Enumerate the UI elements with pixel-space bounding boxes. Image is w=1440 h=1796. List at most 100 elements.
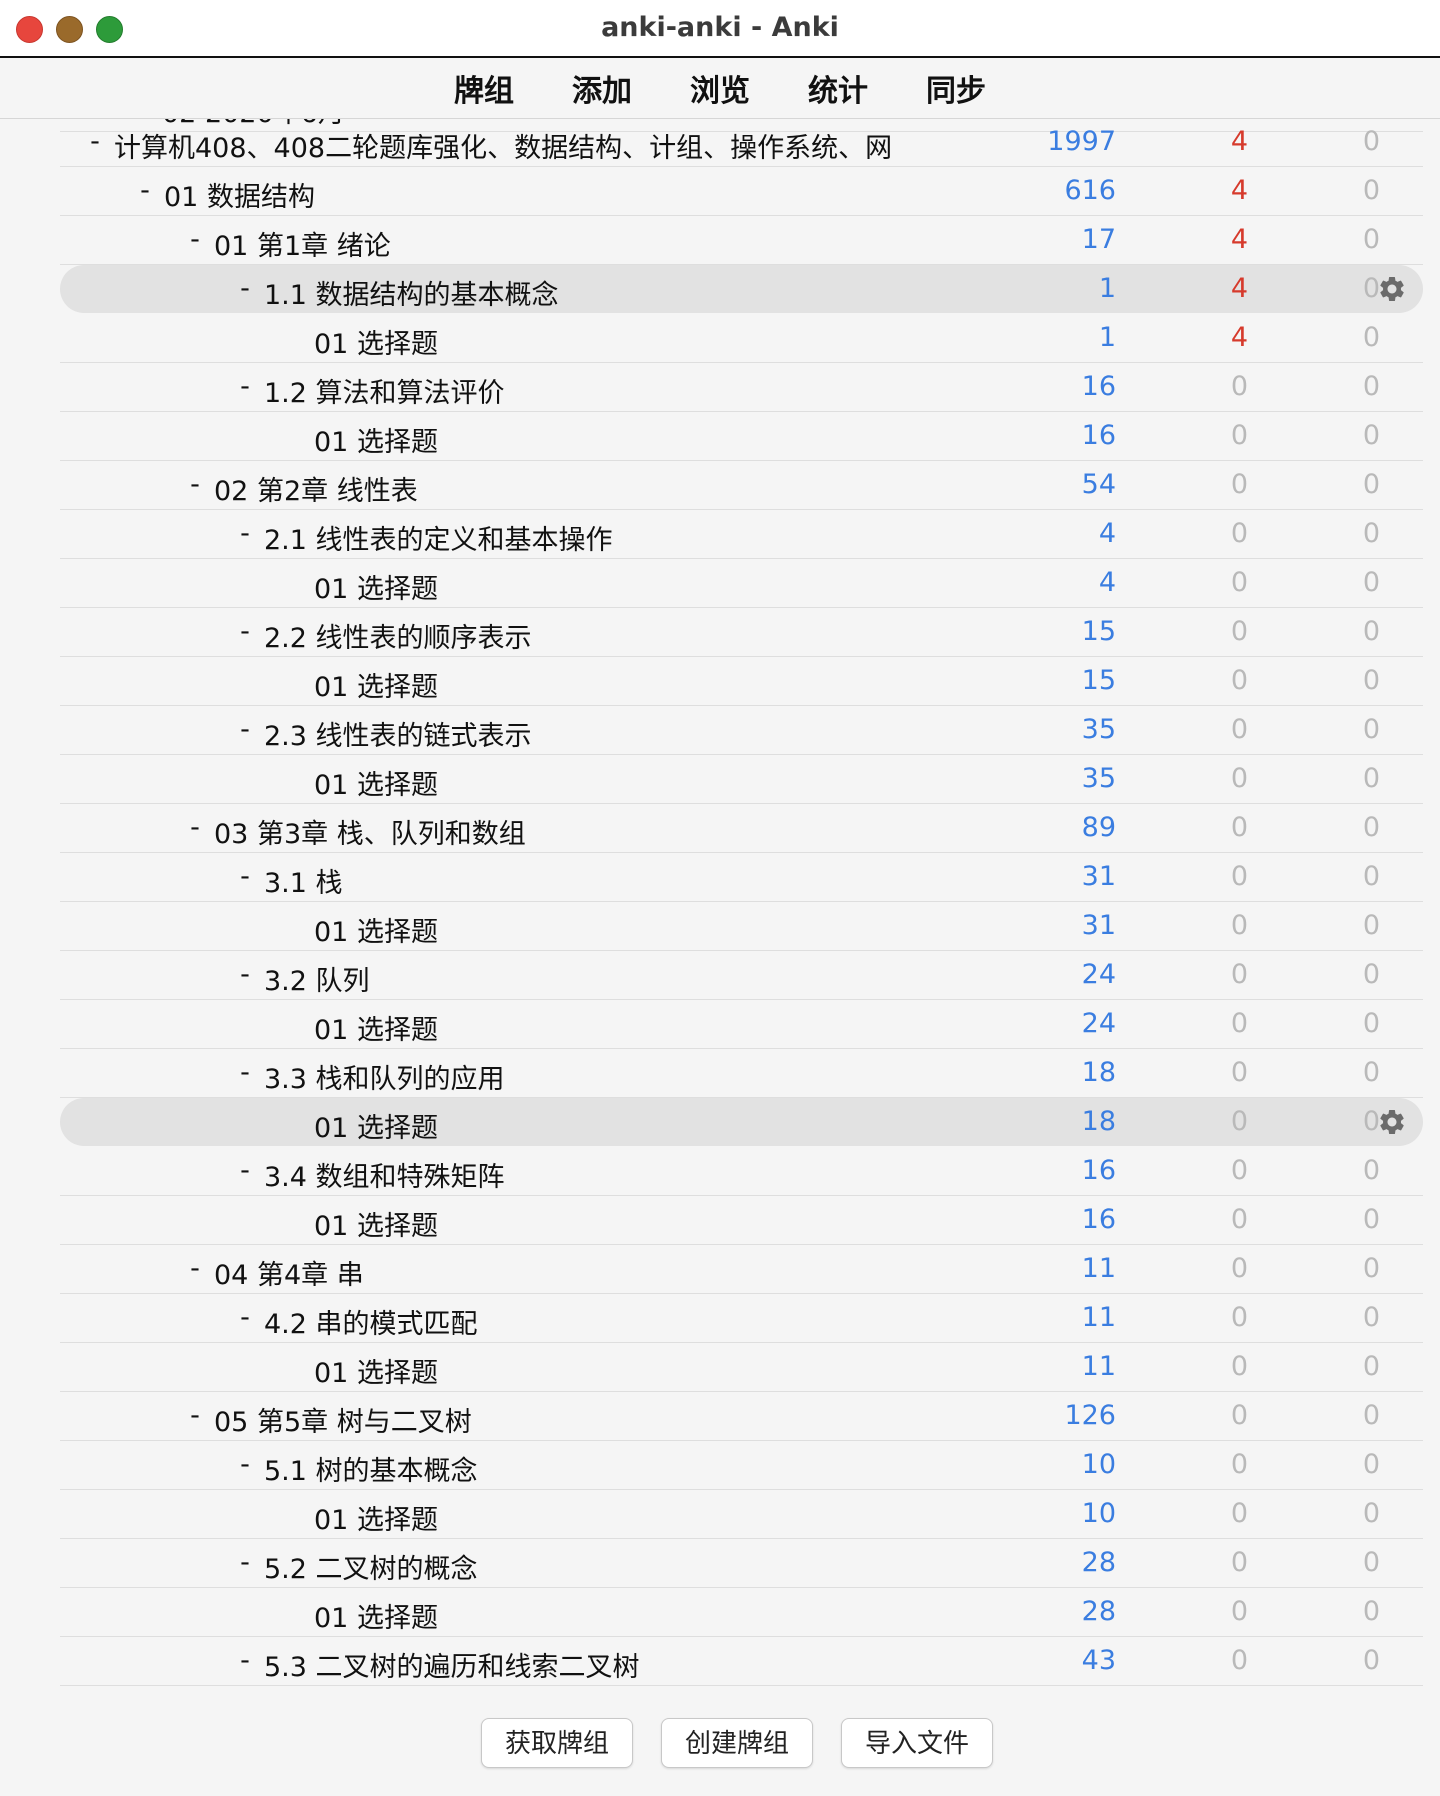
learning-count: 0 [1230, 763, 1248, 794]
deck-row[interactable]: -4.2 串的模式匹配 11 0 0 [60, 1294, 1423, 1343]
collapse-toggle[interactable]: - [233, 518, 257, 549]
deck-name[interactable]: 01 选择题 [314, 1498, 438, 1537]
collapse-toggle[interactable]: - [233, 273, 257, 304]
deck-name[interactable]: 01 选择题 [314, 1106, 438, 1145]
deck-name[interactable]: 02 第2章 线性表 [214, 469, 418, 508]
deck-row[interactable]: -3.1 栈 31 0 0 [60, 853, 1423, 902]
deck-row[interactable]: -02 第2章 线性表 54 0 0 [60, 461, 1423, 510]
learning-count: 0 [1230, 1302, 1248, 1333]
deck-row[interactable]: -01 第1章 绪论 17 4 0 [60, 216, 1423, 265]
collapse-toggle[interactable]: - [183, 224, 207, 255]
deck-name[interactable]: 2.3 线性表的链式表示 [264, 714, 532, 753]
deck-row[interactable]: -2.1 线性表的定义和基本操作 4 0 0 [60, 510, 1423, 559]
collapse-toggle[interactable]: - [183, 1400, 207, 1431]
deck-name[interactable]: 01 选择题 [314, 1204, 438, 1243]
deck-row[interactable]: 01 选择题 35 0 0 [60, 755, 1423, 804]
deck-name[interactable]: 01 选择题 [314, 1596, 438, 1635]
deck-row[interactable]: -2.3 线性表的链式表示 35 0 0 [60, 706, 1423, 755]
collapse-toggle[interactable]: - [233, 1302, 257, 1333]
deck-row[interactable]: -1.1 数据结构的基本概念 1 4 0 [60, 265, 1423, 313]
due-count: 0 [1362, 763, 1380, 794]
deck-name[interactable]: 05 第5章 树与二叉树 [214, 1400, 472, 1439]
deck-row[interactable]: 01 选择题 16 0 0 [60, 412, 1423, 461]
deck-name[interactable]: 01 选择题 [314, 665, 438, 704]
deck-row[interactable]: -3.2 队列 24 0 0 [60, 951, 1423, 1000]
collapse-toggle[interactable]: - [233, 1645, 257, 1676]
collapse-toggle[interactable]: - [233, 371, 257, 402]
nav-add[interactable]: 添加 [572, 66, 632, 110]
collapse-toggle[interactable]: - [233, 861, 257, 892]
deck-name[interactable]: 01 选择题 [314, 910, 438, 949]
deck-row[interactable]: 01 选择题 24 0 0 [60, 1000, 1423, 1049]
deck-row[interactable]: -5.1 树的基本概念 10 0 0 [60, 1441, 1423, 1490]
get-shared-decks-button[interactable]: 获取牌组 [481, 1718, 633, 1768]
collapse-toggle[interactable]: - [233, 1449, 257, 1480]
deck-row[interactable]: 01 选择题 18 0 0 [60, 1098, 1423, 1146]
collapse-toggle[interactable]: - [233, 1057, 257, 1088]
deck-name[interactable]: 3.1 栈 [264, 861, 343, 900]
gear-icon[interactable] [1377, 1107, 1407, 1137]
nav-sync[interactable]: 同步 [926, 66, 986, 110]
deck-name[interactable]: 2.1 线性表的定义和基本操作 [264, 518, 613, 557]
deck-name[interactable]: 3.4 数组和特殊矩阵 [264, 1155, 505, 1194]
deck-row[interactable]: 01 选择题 28 0 0 [60, 1588, 1423, 1637]
collapse-toggle[interactable]: - [83, 126, 107, 157]
collapse-toggle[interactable]: - [233, 959, 257, 990]
deck-row[interactable]: 01 选择题 1 4 0 [60, 314, 1423, 363]
collapse-toggle[interactable]: - [233, 714, 257, 745]
deck-name[interactable]: 01 第1章 绪论 [214, 224, 391, 263]
deck-row[interactable]: -04 第4章 串 11 0 0 [60, 1245, 1423, 1294]
deck-name[interactable]: 01 选择题 [314, 763, 438, 802]
deck-name[interactable]: 2.2 线性表的顺序表示 [264, 616, 532, 655]
deck-row[interactable]: -3.3 栈和队列的应用 18 0 0 [60, 1049, 1423, 1098]
deck-row[interactable]: 01 选择题 16 0 0 [60, 1196, 1423, 1245]
deck-name[interactable]: 3.2 队列 [264, 959, 370, 998]
deck-row[interactable]: -01 数据结构 616 4 0 [60, 167, 1423, 216]
deck-row[interactable]: 01 选择题 10 0 0 [60, 1490, 1423, 1539]
collapse-toggle[interactable]: - [183, 812, 207, 843]
deck-row[interactable]: - 计算机408、408二轮题库强化、数据结构、计组、操作系统、网 1997 4 0 [60, 118, 1423, 167]
deck-name[interactable]: 5.3 二叉树的遍历和线索二叉树 [264, 1645, 640, 1684]
import-file-button[interactable]: 导入文件 [841, 1718, 993, 1768]
collapse-toggle[interactable]: - [233, 616, 257, 647]
deck-name[interactable]: 04 第4章 串 [214, 1253, 364, 1292]
deck-name[interactable]: 5.1 树的基本概念 [264, 1449, 478, 1488]
deck-row[interactable]: -5.3 二叉树的遍历和线索二叉树 43 0 0 [60, 1637, 1423, 1686]
deck-row[interactable]: -05 第5章 树与二叉树 126 0 0 [60, 1392, 1423, 1441]
deck-name[interactable]: 4.2 串的模式匹配 [264, 1302, 478, 1341]
collapse-toggle[interactable]: - [233, 1547, 257, 1578]
collapse-toggle[interactable]: - [183, 469, 207, 500]
deck-name[interactable]: 01 选择题 [314, 567, 438, 606]
deck-row[interactable]: -03 第3章 栈、队列和数组 89 0 0 [60, 804, 1423, 853]
collapse-toggle[interactable]: - [133, 175, 157, 206]
new-count: 16 [1081, 371, 1116, 402]
deck-name[interactable]: 01 选择题 [314, 322, 438, 361]
deck-row[interactable]: -2.2 线性表的顺序表示 15 0 0 [60, 608, 1423, 657]
deck-name[interactable]: 3.3 栈和队列的应用 [264, 1057, 505, 1096]
nav-decks[interactable]: 牌组 [454, 66, 514, 110]
deck-name[interactable]: 01 选择题 [314, 1351, 438, 1390]
deck-row[interactable]: -3.4 数组和特殊矩阵 16 0 0 [60, 1147, 1423, 1196]
deck-row[interactable]: 01 选择题 15 0 0 [60, 657, 1423, 706]
deck-row[interactable]: 01 选择题 11 0 0 [60, 1343, 1423, 1392]
deck-row[interactable]: -5.2 二叉树的概念 28 0 0 [60, 1539, 1423, 1588]
deck-name[interactable]: 1.2 算法和算法评价 [264, 371, 505, 410]
nav-browse[interactable]: 浏览 [690, 66, 750, 110]
deck-name[interactable]: 1.1 数据结构的基本概念 [264, 273, 559, 312]
deck-name[interactable]: 01 选择题 [314, 1008, 438, 1047]
new-count: 17 [1081, 224, 1116, 255]
collapse-toggle[interactable]: - [233, 1155, 257, 1186]
collapse-toggle[interactable]: - [183, 1253, 207, 1284]
deck-name[interactable]: 计算机408、408二轮题库强化、数据结构、计组、操作系统、网 [114, 126, 892, 165]
deck-name[interactable]: 5.2 二叉树的概念 [264, 1547, 478, 1586]
deck-name[interactable]: 03 第3章 栈、队列和数组 [214, 812, 526, 851]
gear-icon[interactable] [1377, 274, 1407, 304]
deck-name[interactable]: 01 选择题 [314, 420, 438, 459]
deck-name[interactable]: 01 数据结构 [164, 175, 315, 214]
deck-row[interactable]: 01 选择题 31 0 0 [60, 902, 1423, 951]
nav-stats[interactable]: 统计 [808, 66, 868, 110]
create-deck-button[interactable]: 创建牌组 [661, 1718, 813, 1768]
learning-count: 0 [1230, 1155, 1248, 1186]
deck-row[interactable]: 01 选择题 4 0 0 [60, 559, 1423, 608]
deck-row[interactable]: -1.2 算法和算法评价 16 0 0 [60, 363, 1423, 412]
